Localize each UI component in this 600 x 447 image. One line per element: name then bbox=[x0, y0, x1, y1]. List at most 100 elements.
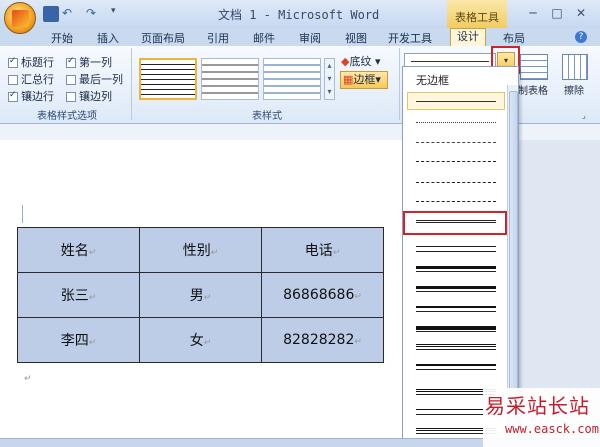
table-cell[interactable]: 86868686↵ bbox=[261, 272, 384, 318]
table-cell[interactable]: 女↵ bbox=[139, 317, 262, 363]
paragraph-mark-icon: ↵ bbox=[332, 248, 341, 258]
customize-quick-access-icon[interactable]: ▾ bbox=[111, 6, 127, 22]
paragraph-mark-icon: ↵ bbox=[203, 338, 212, 348]
tab-home[interactable]: 开始 bbox=[46, 30, 78, 46]
shading-label: 底纹 bbox=[349, 55, 372, 68]
tab-insert[interactable]: 插入 bbox=[92, 30, 124, 46]
banded-columns-option[interactable]: 镶边列 bbox=[66, 88, 132, 105]
line-style-option[interactable] bbox=[416, 286, 496, 289]
draw-table-icon[interactable] bbox=[520, 54, 548, 80]
tab-mailings[interactable]: 邮件 bbox=[248, 30, 280, 46]
banded-rows-option[interactable]: 镶边行 bbox=[8, 88, 68, 105]
cell-text: 李四 bbox=[60, 333, 89, 349]
table-cell[interactable]: 性别↵ bbox=[139, 227, 262, 273]
line-style-option[interactable] bbox=[416, 182, 496, 183]
watermark-title: 易采站长站 bbox=[485, 394, 590, 418]
line-style-option[interactable] bbox=[416, 161, 496, 162]
eraser-label[interactable]: 擦除 bbox=[564, 82, 584, 97]
line-style-option[interactable] bbox=[416, 266, 496, 269]
table-cell[interactable]: 张三↵ bbox=[17, 272, 140, 318]
line-option-single[interactable] bbox=[407, 92, 505, 110]
line-style-option-part bbox=[416, 251, 496, 252]
paragraph-mark-icon: ↵ bbox=[88, 338, 97, 348]
tab-layout[interactable]: 布局 bbox=[498, 30, 530, 46]
tab-view[interactable]: 视图 bbox=[340, 30, 372, 46]
checkbox-icon[interactable] bbox=[66, 92, 76, 102]
table-row: 李四↵ 女↵ 82828282↵ bbox=[17, 317, 384, 363]
dialog-launcher-icon[interactable]: ⌟ bbox=[582, 111, 586, 120]
cell-text: 张三 bbox=[60, 288, 89, 304]
cell-text: 86868686 bbox=[283, 287, 355, 303]
line-style-option[interactable] bbox=[416, 344, 496, 347]
table-row: 姓名↵ 性别↵ 电话↵ bbox=[17, 227, 384, 273]
line-style-option[interactable] bbox=[416, 201, 496, 202]
table-style-grid[interactable] bbox=[139, 58, 197, 100]
option-label: 镶边行 bbox=[21, 90, 54, 103]
line-style-option[interactable] bbox=[416, 364, 496, 366]
borders-label: 边框 bbox=[353, 73, 376, 86]
line-style-option[interactable] bbox=[416, 306, 496, 308]
cell-text: 电话 bbox=[304, 243, 333, 259]
undo-icon[interactable]: ↶ bbox=[62, 6, 78, 22]
line-style-option[interactable] bbox=[416, 142, 496, 143]
line-style-option-part bbox=[416, 271, 496, 272]
total-row-option[interactable]: 汇总行 bbox=[8, 71, 68, 88]
checkbox-icon[interactable] bbox=[8, 56, 18, 68]
table-style-plain[interactable] bbox=[201, 58, 259, 100]
tab-review[interactable]: 审阅 bbox=[294, 30, 326, 46]
group-label: 表样式 bbox=[252, 111, 282, 122]
site-watermark: 易采站长站 www.easck.com bbox=[483, 388, 600, 447]
paragraph-mark-icon: ↵ bbox=[210, 248, 219, 258]
scroll-thumb[interactable] bbox=[509, 91, 518, 431]
tab-developer[interactable]: 开发工具 bbox=[386, 30, 434, 46]
checkbox-icon[interactable] bbox=[66, 56, 76, 68]
table-cell[interactable]: 男↵ bbox=[139, 272, 262, 318]
line-sample bbox=[411, 61, 489, 62]
header-row-option[interactable]: 标题行 bbox=[8, 54, 68, 71]
last-column-option[interactable]: 最后一列 bbox=[66, 71, 132, 88]
minimize-button[interactable]: ─ bbox=[524, 5, 542, 21]
shading-button[interactable]: ◆底纹 ▾ bbox=[341, 53, 399, 69]
cell-text: 姓名 bbox=[60, 243, 89, 259]
first-column-option[interactable]: 第一列 bbox=[66, 54, 132, 71]
tab-design[interactable]: 设计 bbox=[450, 28, 486, 46]
table-cell[interactable]: 姓名↵ bbox=[17, 227, 140, 273]
table-cell[interactable]: 李四↵ bbox=[17, 317, 140, 363]
no-border-option[interactable]: 无边框 bbox=[404, 70, 504, 88]
line-style-option[interactable] bbox=[416, 122, 496, 123]
option-label: 汇总行 bbox=[21, 73, 54, 86]
save-icon[interactable] bbox=[43, 6, 59, 22]
cell-text: 性别 bbox=[182, 243, 211, 259]
paragraph-mark-icon: ↵ bbox=[354, 292, 362, 302]
highlight-selected-line bbox=[403, 211, 507, 235]
paragraph-mark-icon: ↵ bbox=[88, 248, 97, 258]
line-style-option[interactable] bbox=[416, 326, 496, 330]
tab-references[interactable]: 引用 bbox=[202, 30, 234, 46]
redo-icon[interactable]: ↷ bbox=[86, 6, 102, 22]
help-icon[interactable]: ? bbox=[575, 31, 587, 43]
style-options-group: 标题行 汇总行 镶边行 第一列 最后一列 镶边列 表格样式选项 bbox=[2, 48, 132, 122]
line-style-option-part bbox=[416, 331, 496, 332]
checkbox-icon[interactable] bbox=[8, 90, 18, 102]
office-logo-icon bbox=[12, 10, 29, 27]
office-button[interactable] bbox=[4, 2, 36, 34]
draw-table-label[interactable]: 制表格 bbox=[518, 82, 548, 97]
table-cell[interactable]: 82828282↵ bbox=[261, 317, 384, 363]
table-cell[interactable]: 电话↵ bbox=[261, 227, 384, 273]
styles-scroll-icon[interactable]: ▴ ▾ ▾ bbox=[324, 58, 335, 100]
eraser-icon[interactable] bbox=[562, 54, 588, 80]
border-grid-icon: ▦ bbox=[343, 73, 354, 86]
checkbox-icon[interactable] bbox=[8, 75, 18, 85]
line-style-option[interactable] bbox=[416, 246, 496, 247]
borders-button[interactable]: ▦边框▾ bbox=[340, 71, 388, 89]
watermark-url: www.easck.com bbox=[505, 422, 599, 436]
paragraph-mark-icon: ↵ bbox=[24, 374, 32, 384]
paragraph-mark-icon: ↵ bbox=[203, 293, 212, 303]
close-button[interactable]: ✕ bbox=[572, 5, 590, 21]
maximize-button[interactable]: □ bbox=[548, 5, 566, 21]
table-style-light[interactable] bbox=[263, 58, 321, 100]
line-style-option-part bbox=[416, 311, 496, 312]
checkbox-icon[interactable] bbox=[66, 75, 76, 85]
document-table[interactable]: 姓名↵ 性别↵ 电话↵ 张三↵ 男↵ 86868686↵ 李四↵ 女↵ 8282… bbox=[17, 227, 384, 363]
tab-page-layout[interactable]: 页面布局 bbox=[140, 30, 186, 46]
